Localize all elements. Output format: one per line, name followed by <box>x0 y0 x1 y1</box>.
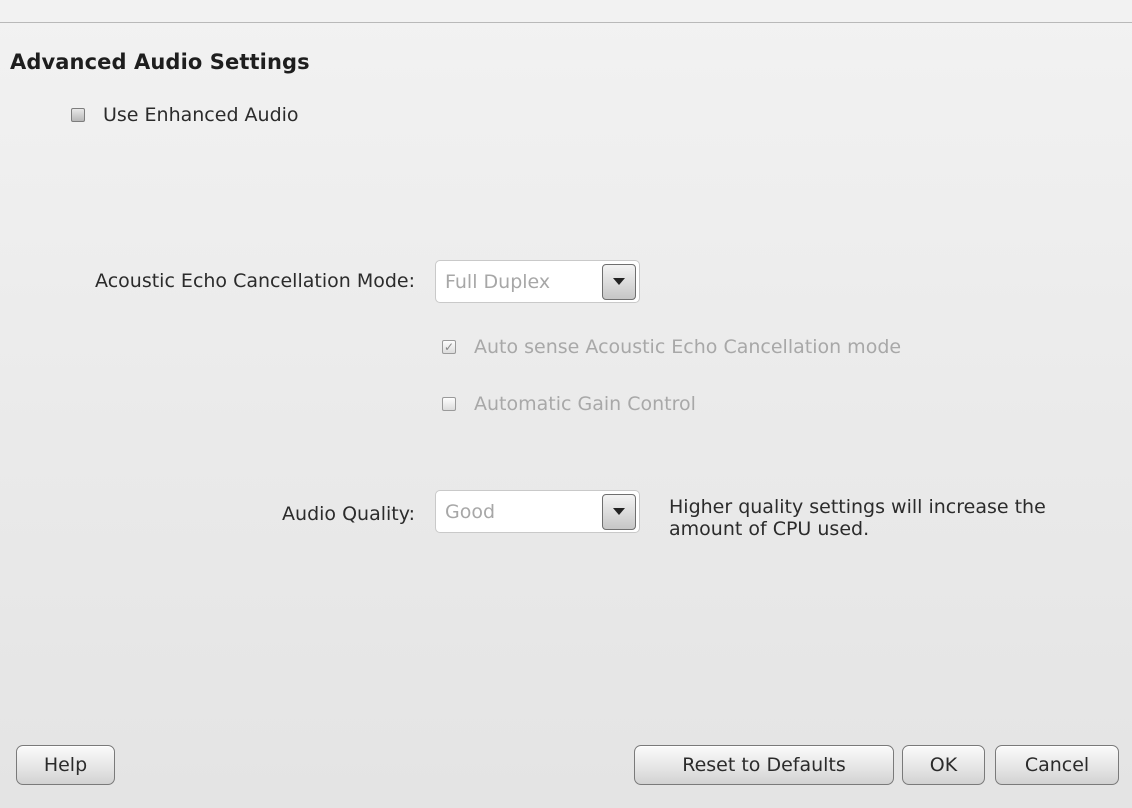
auto-sense-aec-label: Auto sense Acoustic Echo Cancellation mo… <box>474 336 902 358</box>
audio-quality-value: Good <box>445 500 496 523</box>
echo-cancellation-mode-label: Acoustic Echo Cancellation Mode: <box>95 270 415 292</box>
auto-sense-aec-checkbox[interactable]: ✓ <box>442 340 456 354</box>
automatic-gain-control-label: Automatic Gain Control <box>474 393 696 415</box>
audio-quality-select[interactable]: Good <box>435 490 640 533</box>
audio-quality-dropdown-button[interactable] <box>602 493 636 530</box>
reset-to-defaults-button[interactable]: Reset to Defaults <box>634 745 894 785</box>
help-button[interactable]: Help <box>16 745 115 785</box>
audio-quality-hint: Higher quality settings will increase th… <box>669 496 1046 540</box>
audio-quality-label: Audio Quality: <box>282 503 415 525</box>
check-icon: ✓ <box>443 340 455 354</box>
automatic-gain-control-row[interactable]: Automatic Gain Control <box>442 393 696 415</box>
automatic-gain-control-checkbox[interactable] <box>442 397 456 411</box>
cancel-button[interactable]: Cancel <box>995 745 1119 785</box>
echo-cancellation-mode-select[interactable]: Full Duplex <box>435 260 640 303</box>
use-enhanced-audio-label: Use Enhanced Audio <box>103 104 299 126</box>
header-divider <box>0 22 1132 23</box>
echo-cancellation-dropdown-button[interactable] <box>602 263 636 300</box>
use-enhanced-audio-row[interactable]: Use Enhanced Audio <box>71 104 299 126</box>
chevron-down-icon <box>613 508 625 515</box>
chevron-down-icon <box>613 278 625 285</box>
use-enhanced-audio-checkbox[interactable] <box>71 108 85 122</box>
page-title: Advanced Audio Settings <box>10 50 310 74</box>
echo-cancellation-mode-value: Full Duplex <box>445 270 551 293</box>
auto-sense-aec-row[interactable]: ✓ Auto sense Acoustic Echo Cancellation … <box>442 336 901 358</box>
ok-button[interactable]: OK <box>902 745 985 785</box>
